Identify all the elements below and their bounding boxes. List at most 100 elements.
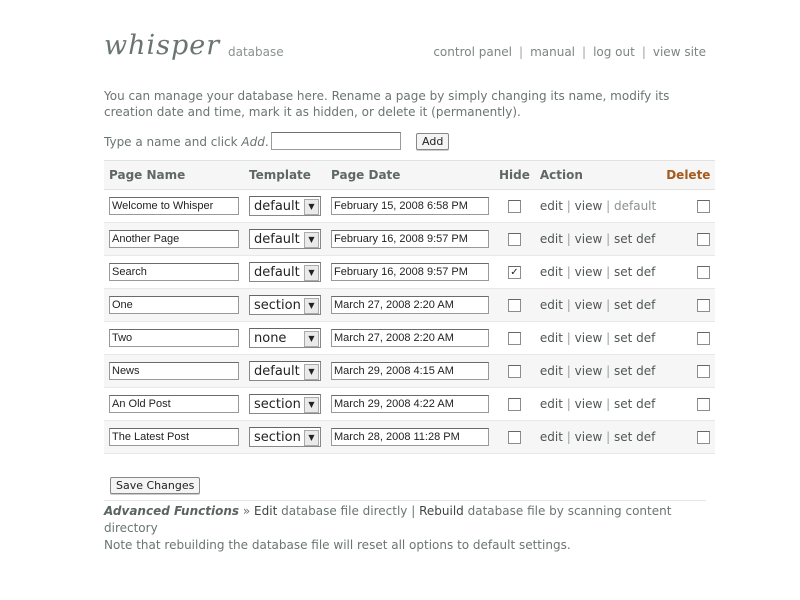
set-default-link[interactable]: set def: [614, 397, 655, 411]
top-nav: control panel | manual | log out | view site: [433, 45, 706, 59]
delete-checkbox[interactable]: [697, 299, 711, 312]
view-link[interactable]: view: [575, 364, 603, 378]
page-name-input[interactable]: [109, 428, 239, 446]
view-link[interactable]: view: [575, 331, 603, 345]
hide-checkbox[interactable]: [507, 233, 521, 246]
page-name-input[interactable]: [109, 296, 239, 314]
set-default-link[interactable]: set def: [614, 298, 655, 312]
cell-template: default ▼: [244, 255, 326, 289]
page-name-input[interactable]: [109, 197, 239, 215]
delete-checkbox[interactable]: [697, 200, 711, 213]
nav-control-panel[interactable]: control panel: [433, 45, 512, 59]
add-page-row: Type a name and click Add. Add: [104, 131, 706, 153]
template-select[interactable]: none ▼: [249, 328, 321, 348]
save-changes-button[interactable]: Save Changes: [110, 477, 201, 494]
page-date-input[interactable]: [331, 230, 489, 248]
template-select[interactable]: default ▼: [249, 262, 321, 282]
view-link[interactable]: view: [575, 232, 603, 246]
cell-delete: [661, 288, 716, 322]
chevron-down-icon: ▼: [304, 199, 319, 215]
action-separator: |: [566, 430, 571, 444]
page-name-input[interactable]: [109, 230, 239, 248]
nav-manual[interactable]: manual: [530, 45, 575, 59]
hide-checkbox[interactable]: [507, 431, 521, 444]
add-label-prefix: Type a name and click: [104, 135, 242, 149]
edit-link[interactable]: edit: [540, 232, 563, 246]
edit-link[interactable]: edit: [540, 331, 563, 345]
edit-link[interactable]: edit: [540, 364, 563, 378]
template-select[interactable]: default ▼: [249, 361, 321, 381]
action-separator: |: [566, 331, 571, 345]
action-separator: |: [566, 364, 571, 378]
set-default-link[interactable]: set def: [614, 265, 655, 279]
action-separator: |: [606, 298, 611, 312]
action-separator: |: [566, 298, 571, 312]
cell-page-name: [104, 288, 244, 322]
cell-actions: edit | view | set def: [534, 288, 662, 322]
cell-page-name: [104, 189, 244, 223]
page-name-input[interactable]: [109, 395, 239, 413]
delete-checkbox[interactable]: [697, 398, 711, 411]
edit-link[interactable]: edit: [540, 199, 563, 213]
delete-checkbox[interactable]: [697, 332, 711, 345]
view-link[interactable]: view: [575, 298, 603, 312]
page-date-input[interactable]: [331, 428, 489, 446]
template-select[interactable]: section ▼: [249, 295, 321, 315]
nav-log-out[interactable]: log out: [593, 45, 635, 59]
page-date-input[interactable]: [331, 362, 489, 380]
delete-checkbox[interactable]: [697, 365, 711, 378]
cell-hide: [494, 387, 535, 421]
cell-actions: edit | view | set def: [534, 420, 662, 454]
template-select[interactable]: default ▼: [249, 196, 321, 216]
nav-view-site[interactable]: view site: [653, 45, 706, 59]
action-separator: |: [606, 430, 611, 444]
action-separator: |: [566, 199, 571, 213]
cell-template: default ▼: [244, 354, 326, 388]
page-name-input[interactable]: [109, 362, 239, 380]
cell-hide: [494, 222, 535, 256]
cell-page-name: [104, 420, 244, 454]
page-date-input[interactable]: [331, 296, 489, 314]
edit-link[interactable]: edit: [540, 430, 563, 444]
edit-link[interactable]: edit: [540, 298, 563, 312]
hide-checkbox[interactable]: ✓: [507, 266, 521, 279]
page-name-input[interactable]: [109, 263, 239, 281]
set-default-link[interactable]: set def: [614, 364, 655, 378]
hide-checkbox[interactable]: [507, 332, 521, 345]
intro-text: You can manage your database here. Renam…: [104, 89, 670, 119]
view-link[interactable]: view: [575, 199, 603, 213]
hide-checkbox[interactable]: [507, 365, 521, 378]
hide-checkbox[interactable]: [507, 398, 521, 411]
new-page-name-input[interactable]: [271, 132, 401, 150]
add-button[interactable]: Add: [416, 133, 450, 150]
view-link[interactable]: view: [575, 397, 603, 411]
edit-database-link[interactable]: Edit: [254, 504, 277, 518]
advanced-separator: |: [411, 504, 416, 518]
view-link[interactable]: view: [575, 265, 603, 279]
edit-link[interactable]: edit: [540, 265, 563, 279]
set-default-link[interactable]: set def: [614, 430, 655, 444]
logo: whisper: [104, 30, 221, 61]
set-default-link[interactable]: set def: [614, 232, 655, 246]
edit-link[interactable]: edit: [540, 397, 563, 411]
page-date-input[interactable]: [331, 197, 489, 215]
template-select[interactable]: section ▼: [249, 394, 321, 414]
view-link[interactable]: view: [575, 430, 603, 444]
template-select[interactable]: default ▼: [249, 229, 321, 249]
delete-checkbox[interactable]: [697, 233, 711, 246]
page-date-input[interactable]: [331, 395, 489, 413]
hide-checkbox[interactable]: [507, 299, 521, 312]
template-select[interactable]: section ▼: [249, 427, 321, 447]
page-name-input[interactable]: [109, 329, 239, 347]
header-hide: Hide: [494, 160, 535, 190]
hide-checkbox[interactable]: [507, 200, 521, 213]
page-date-input[interactable]: [331, 263, 489, 281]
chevron-down-icon: ▼: [304, 397, 319, 413]
cell-page-date: [326, 354, 494, 388]
page-date-input[interactable]: [331, 329, 489, 347]
set-default-link[interactable]: set def: [614, 331, 655, 345]
rebuild-database-link[interactable]: Rebuild: [419, 504, 464, 518]
chevron-down-icon: ▼: [304, 265, 319, 281]
delete-checkbox[interactable]: [697, 431, 711, 444]
delete-checkbox[interactable]: [697, 266, 711, 279]
